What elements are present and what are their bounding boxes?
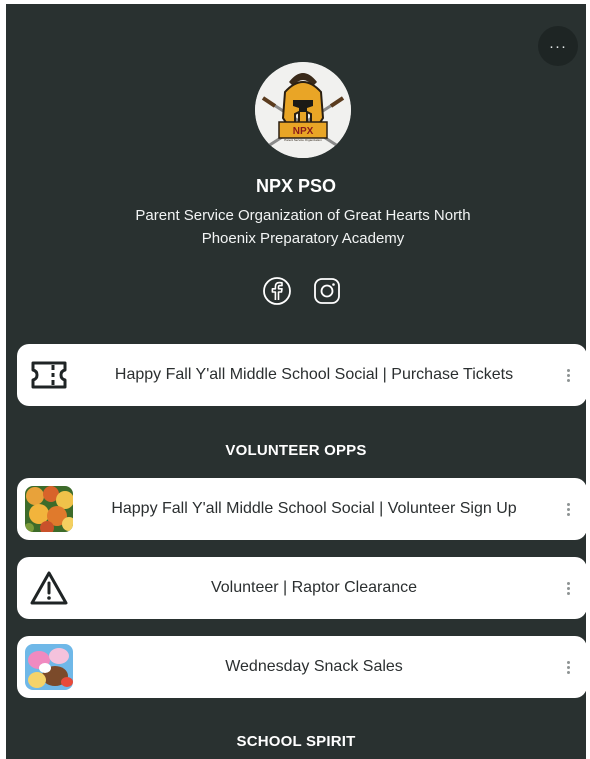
card-more-icon[interactable] [561,363,575,387]
link-card-snack-sales[interactable]: Wednesday Snack Sales [17,636,586,698]
profile-avatar: NPX Parent Service Organization [255,62,351,158]
link-card-label: Happy Fall Y'all Middle School Social | … [111,500,517,517]
link-thumbnail [25,565,73,611]
ticket-icon [31,361,67,389]
section-heading-volunteer-opps: VOLUNTEER OPPS [225,442,367,459]
profile-bio: Parent Service Organization of Great Hea… [135,207,471,247]
link-thumbnail [25,486,73,532]
autumn-flowers-photo [25,486,73,532]
link-card-raptor-clearance[interactable]: Volunteer | Raptor Clearance [17,557,586,619]
link-in-bio-page: ··· NPX Parent Service Organization NPX … [6,4,586,759]
link-card-label: Volunteer | Raptor Clearance [210,579,418,596]
card-more-icon[interactable] [561,576,575,600]
facebook-icon[interactable] [262,276,292,306]
social-links [262,276,342,306]
card-more-icon[interactable] [561,497,575,521]
link-thumbnail [25,352,73,398]
instagram-icon[interactable] [312,276,342,306]
warning-triangle-icon [30,571,68,605]
link-card-label: Wednesday Snack Sales [225,658,403,675]
logo-subtext: Parent Service Organization [284,138,322,142]
link-card-label: Happy Fall Y'all Middle School Social | … [114,366,514,383]
spartan-helmet-logo-icon: NPX Parent Service Organization [255,62,351,158]
more-options-button[interactable]: ··· [538,26,578,66]
link-thumbnail [25,644,73,690]
card-more-icon[interactable] [561,655,575,679]
snacks-photo [25,644,73,690]
profile-title: NPX PSO [255,176,337,196]
link-card-purchase-tickets[interactable]: Happy Fall Y'all Middle School Social | … [17,344,586,406]
logo-text: NPX [293,126,314,137]
section-heading-school-spirit: SCHOOL SPIRIT [236,733,356,750]
more-horizontal-icon: ··· [549,37,567,55]
link-card-volunteer-sign-up[interactable]: Happy Fall Y'all Middle School Social | … [17,478,586,540]
